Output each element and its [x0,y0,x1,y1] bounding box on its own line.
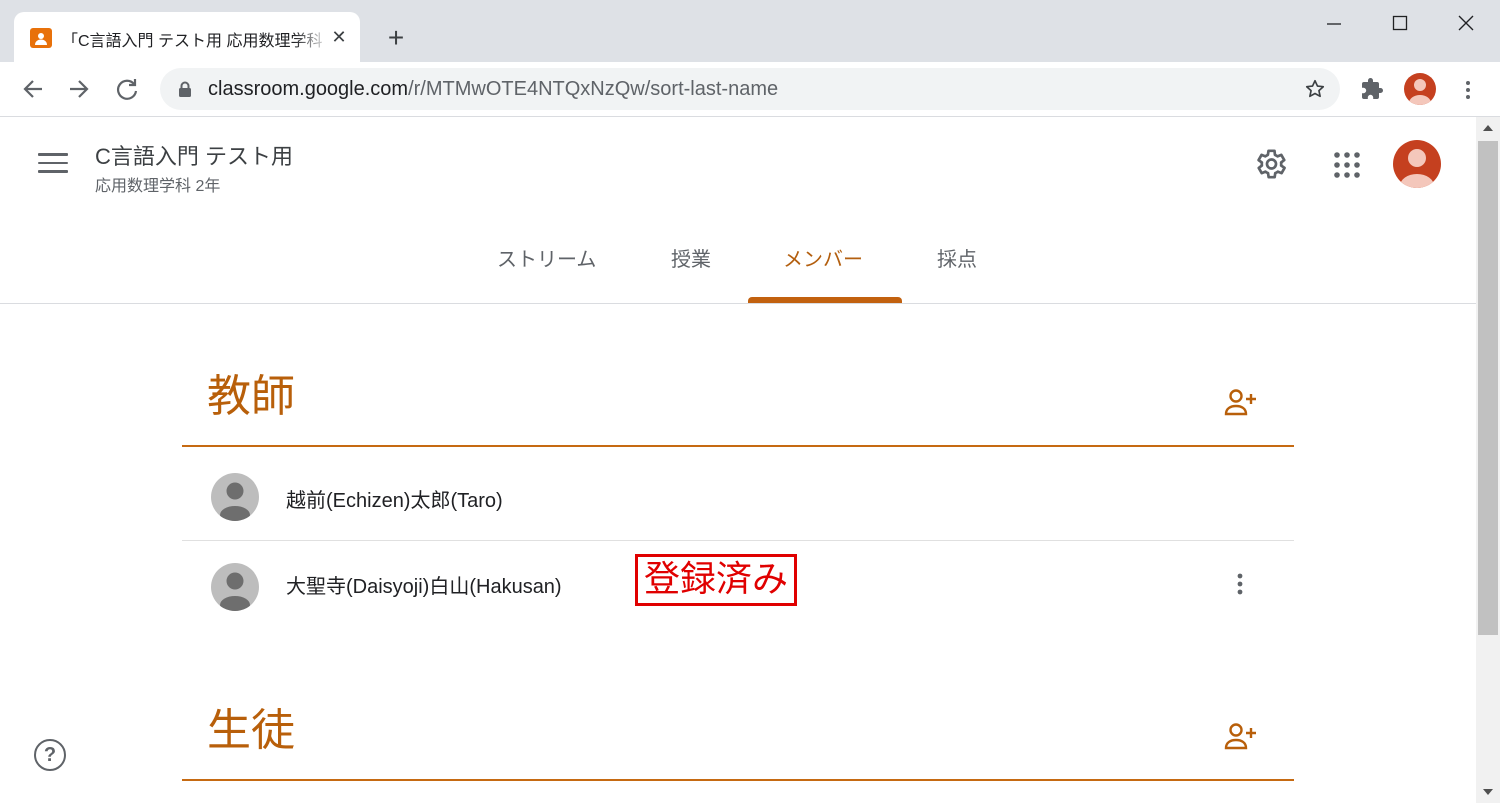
window-close-icon[interactable] [1448,10,1484,38]
registered-stamp: 登録済み [635,554,797,606]
tab-grades[interactable]: 採点 [937,243,977,272]
scroll-up-icon[interactable] [1483,125,1493,131]
member-avatar [211,563,259,611]
teachers-divider [182,445,1294,447]
classroom-page: C言語入門 テスト用 応用数理学科 2年 ストリーム 授業 メンバー 採点 教師… [0,117,1476,803]
tab-people[interactable]: メンバー [783,243,863,272]
browser-tab[interactable]: 「C言語入門 テスト用 応用数理学科 2年 ✕ [14,12,360,62]
browser-titlebar: 「C言語入門 テスト用 応用数理学科 2年 ✕ + [0,0,1500,62]
url-text[interactable]: classroom.google.com/r/MTMwOTE4NTQxNzQw/… [208,78,778,101]
teachers-heading: 教師 [207,372,295,421]
address-bar[interactable]: classroom.google.com/r/MTMwOTE4NTQxNzQw/… [160,68,1340,110]
page-scrollbar[interactable] [1476,117,1500,803]
extensions-puzzle-icon[interactable] [1360,77,1384,106]
maximize-icon[interactable] [1382,10,1418,38]
students-divider [182,779,1294,781]
member-options-icon[interactable] [1230,571,1250,604]
teacher-name-2: 大聖寺(Daisyoji)白山(Hakusan) [286,576,562,598]
back-arrow-icon[interactable] [18,74,48,104]
new-tab-button[interactable]: + [380,22,412,54]
tab-stream[interactable]: ストリーム [497,243,596,272]
classroom-favicon-icon [30,28,52,48]
main-menu-icon[interactable] [38,153,68,175]
scroll-down-icon[interactable] [1483,789,1493,795]
reload-icon[interactable] [112,74,142,104]
minimize-icon[interactable] [1316,10,1352,38]
teacher-name-1: 越前(Echizen)太郎(Taro) [286,490,503,512]
bookmark-star-icon[interactable] [1304,78,1326,105]
settings-gear-icon[interactable] [1252,146,1288,187]
member-avatar [211,473,259,521]
course-subtitle: 応用数理学科 2年 [95,178,221,195]
browser-profile-avatar[interactable] [1404,73,1436,105]
tab-title: 「C言語入門 テスト用 応用数理学科 2年 [62,33,324,50]
course-tabs: ストリーム 授業 メンバー 採点 [0,237,1476,303]
invite-teacher-icon[interactable] [1224,388,1258,421]
scroll-thumb[interactable] [1478,141,1498,635]
students-heading: 生徒 [207,706,295,755]
invite-student-icon[interactable] [1224,722,1258,755]
browser-toolbar: classroom.google.com/r/MTMwOTE4NTQxNzQw/… [0,62,1500,117]
account-avatar[interactable] [1393,140,1441,188]
tab-close-icon[interactable]: ✕ [328,26,350,48]
tab-classwork[interactable]: 授業 [671,243,711,272]
google-apps-icon[interactable] [1332,150,1362,185]
row-divider [182,540,1294,541]
lock-icon [178,81,192,102]
course-title[interactable]: C言語入門 テスト用 [95,139,293,171]
browser-menu-icon[interactable] [1456,78,1480,107]
tabs-divider [0,303,1476,304]
help-icon[interactable]: ? [34,739,66,771]
forward-arrow-icon[interactable] [64,74,94,104]
